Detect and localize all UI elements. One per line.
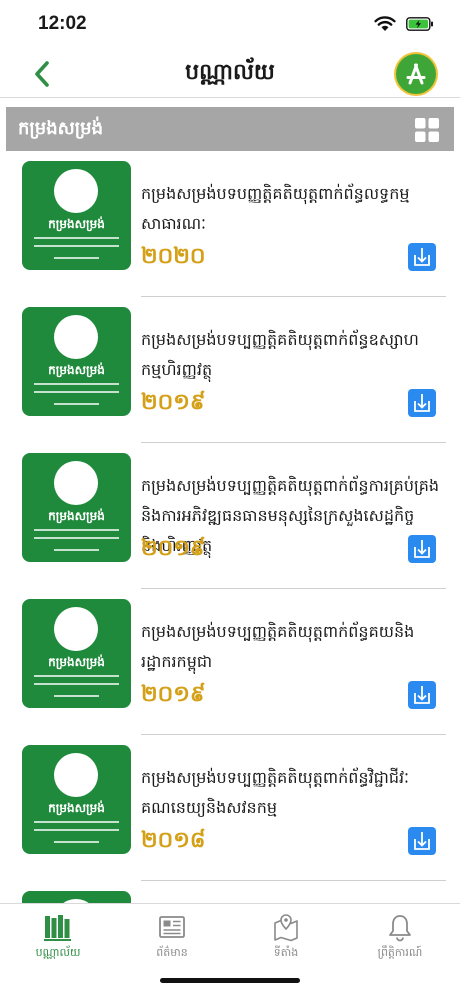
book-cover-image[interactable]: កម្រងសម្រង់: [22, 745, 131, 854]
app-store-icon: [406, 63, 426, 85]
tab-location[interactable]: ទីតាំង: [236, 912, 336, 966]
tab-news[interactable]: ព័ត៌មាន: [122, 912, 222, 966]
cover-title: កម្រងសម្រង់: [48, 363, 105, 377]
book-list-item[interactable]: កម្រងសម្រង់ កម្រងសម្រង់បទប្បញ្ញត្តិគតិយុ…: [0, 443, 460, 589]
book-list-item[interactable]: កម្រងសម្រង់ កម្រងសម្រង់បទបញ្ញត្តិគតិយុត្…: [0, 151, 460, 297]
grid-view-button[interactable]: [414, 117, 440, 143]
book-year: ២០១៩: [141, 682, 206, 707]
cover-text-line: [34, 383, 119, 385]
book-title[interactable]: កម្រងសម្រង់បទប្បញ្ញត្តិគតិយុត្តពាក់ព័ន្ធ…: [141, 763, 441, 823]
book-list-item[interactable]: កម្រងសម្រង់ កម្រងសម្រង់បទប្បញ្ញត្តិគតិយុ…: [0, 735, 460, 881]
section-title: កម្រងសម្រង់: [18, 118, 103, 139]
ministry-seal-icon: [54, 315, 98, 359]
cover-text-line: [34, 391, 119, 393]
download-icon: [414, 248, 430, 266]
download-icon: [414, 832, 430, 850]
download-button[interactable]: [408, 535, 436, 563]
ministry-seal-icon: [54, 753, 98, 797]
tab-label: ព្រឹត្តិការណ៍: [377, 946, 423, 959]
cover-text-line: [34, 529, 119, 531]
book-title[interactable]: កម្រងសម្រង់បទប្បញ្ញត្តិគតិយុត្តពាក់ព័ន្ធ…: [141, 617, 441, 677]
tab-label: ព័ត៌មាន: [156, 946, 188, 959]
book-year: ២០២០: [141, 244, 206, 269]
cover-text-line: [54, 695, 99, 697]
download-button[interactable]: [408, 681, 436, 709]
download-button[interactable]: [408, 243, 436, 271]
book-cover-image[interactable]: កម្រងសម្រង់: [22, 307, 131, 416]
status-bar: 12:02: [0, 0, 460, 50]
cover-text-line: [34, 675, 119, 677]
page-title: បណ្ណាល័យ: [185, 60, 275, 85]
cover-title: កម្រងសម្រង់: [48, 655, 105, 669]
cover-text-line: [54, 549, 99, 551]
cover-title: កម្រងសម្រង់: [48, 509, 105, 523]
book-title[interactable]: កម្រងសម្រង់បទបញ្ញត្តិគតិយុត្តពាក់ព័ន្ធលទ…: [141, 179, 441, 239]
battery-charging-icon: [406, 17, 434, 31]
book-year: ២០១៩: [141, 536, 206, 561]
section-header: កម្រងសម្រង់: [6, 107, 454, 151]
status-icons: [374, 16, 434, 32]
cover-text-line: [54, 841, 99, 843]
download-icon: [414, 394, 430, 412]
download-icon: [414, 686, 430, 704]
cover-text-line: [34, 237, 119, 239]
book-year: ២០១៩: [141, 390, 206, 415]
home-indicator: [160, 978, 300, 983]
download-button[interactable]: [408, 827, 436, 855]
book-cover-image[interactable]: កម្រងសម្រង់: [22, 161, 131, 270]
cover-title: កម្រងសម្រង់: [48, 801, 105, 815]
cover-text-line: [54, 257, 99, 259]
book-list-item[interactable]: [0, 881, 460, 903]
book-cover-image[interactable]: [22, 891, 131, 903]
download-button[interactable]: [408, 389, 436, 417]
book-list-item[interactable]: កម្រងសម្រង់ កម្រងសម្រង់បទប្បញ្ញត្តិគតិយុ…: [0, 589, 460, 735]
app-store-button[interactable]: [396, 54, 436, 94]
cover-text-line: [34, 821, 119, 823]
location-map-icon: [274, 914, 298, 942]
download-icon: [414, 540, 430, 558]
bell-icon: [389, 915, 411, 942]
book-cover-image[interactable]: កម្រងសម្រង់: [22, 599, 131, 708]
cover-text-line: [54, 403, 99, 405]
library-icon: [44, 915, 71, 941]
wifi-icon: [374, 16, 396, 32]
cover-text-line: [34, 829, 119, 831]
newspaper-icon: [159, 916, 185, 938]
navigation-bar: បណ្ណាល័យ: [0, 50, 460, 98]
book-list-item[interactable]: កម្រងសម្រង់ កម្រងសម្រង់បទប្បញ្ញត្តិគតិយុ…: [0, 297, 460, 443]
status-time: 12:02: [38, 13, 87, 34]
book-cover-image[interactable]: កម្រងសម្រង់: [22, 453, 131, 562]
tab-library[interactable]: បណ្ណាល័យ: [8, 912, 108, 966]
grid-view-icon: [415, 118, 439, 142]
cover-title: កម្រងសម្រង់: [48, 217, 105, 231]
cover-text-line: [34, 245, 119, 247]
tab-label: ទីតាំង: [273, 946, 299, 959]
ministry-seal-icon: [54, 607, 98, 651]
book-title[interactable]: កម្រងសម្រង់បទប្បញ្ញត្តិគតិយុត្តពាក់ព័ន្ធ…: [141, 325, 441, 385]
book-list[interactable]: កម្រងសម្រង់ កម្រងសម្រង់បទបញ្ញត្តិគតិយុត្…: [0, 151, 460, 903]
cover-text-line: [34, 537, 119, 539]
ministry-seal-icon: [54, 169, 98, 213]
book-year: ២០១៨: [141, 828, 206, 853]
tab-events[interactable]: ព្រឹត្តិការណ៍: [350, 912, 450, 966]
cover-text-line: [34, 683, 119, 685]
tab-label: បណ្ណាល័យ: [35, 946, 81, 959]
ministry-seal-icon: [54, 461, 98, 505]
